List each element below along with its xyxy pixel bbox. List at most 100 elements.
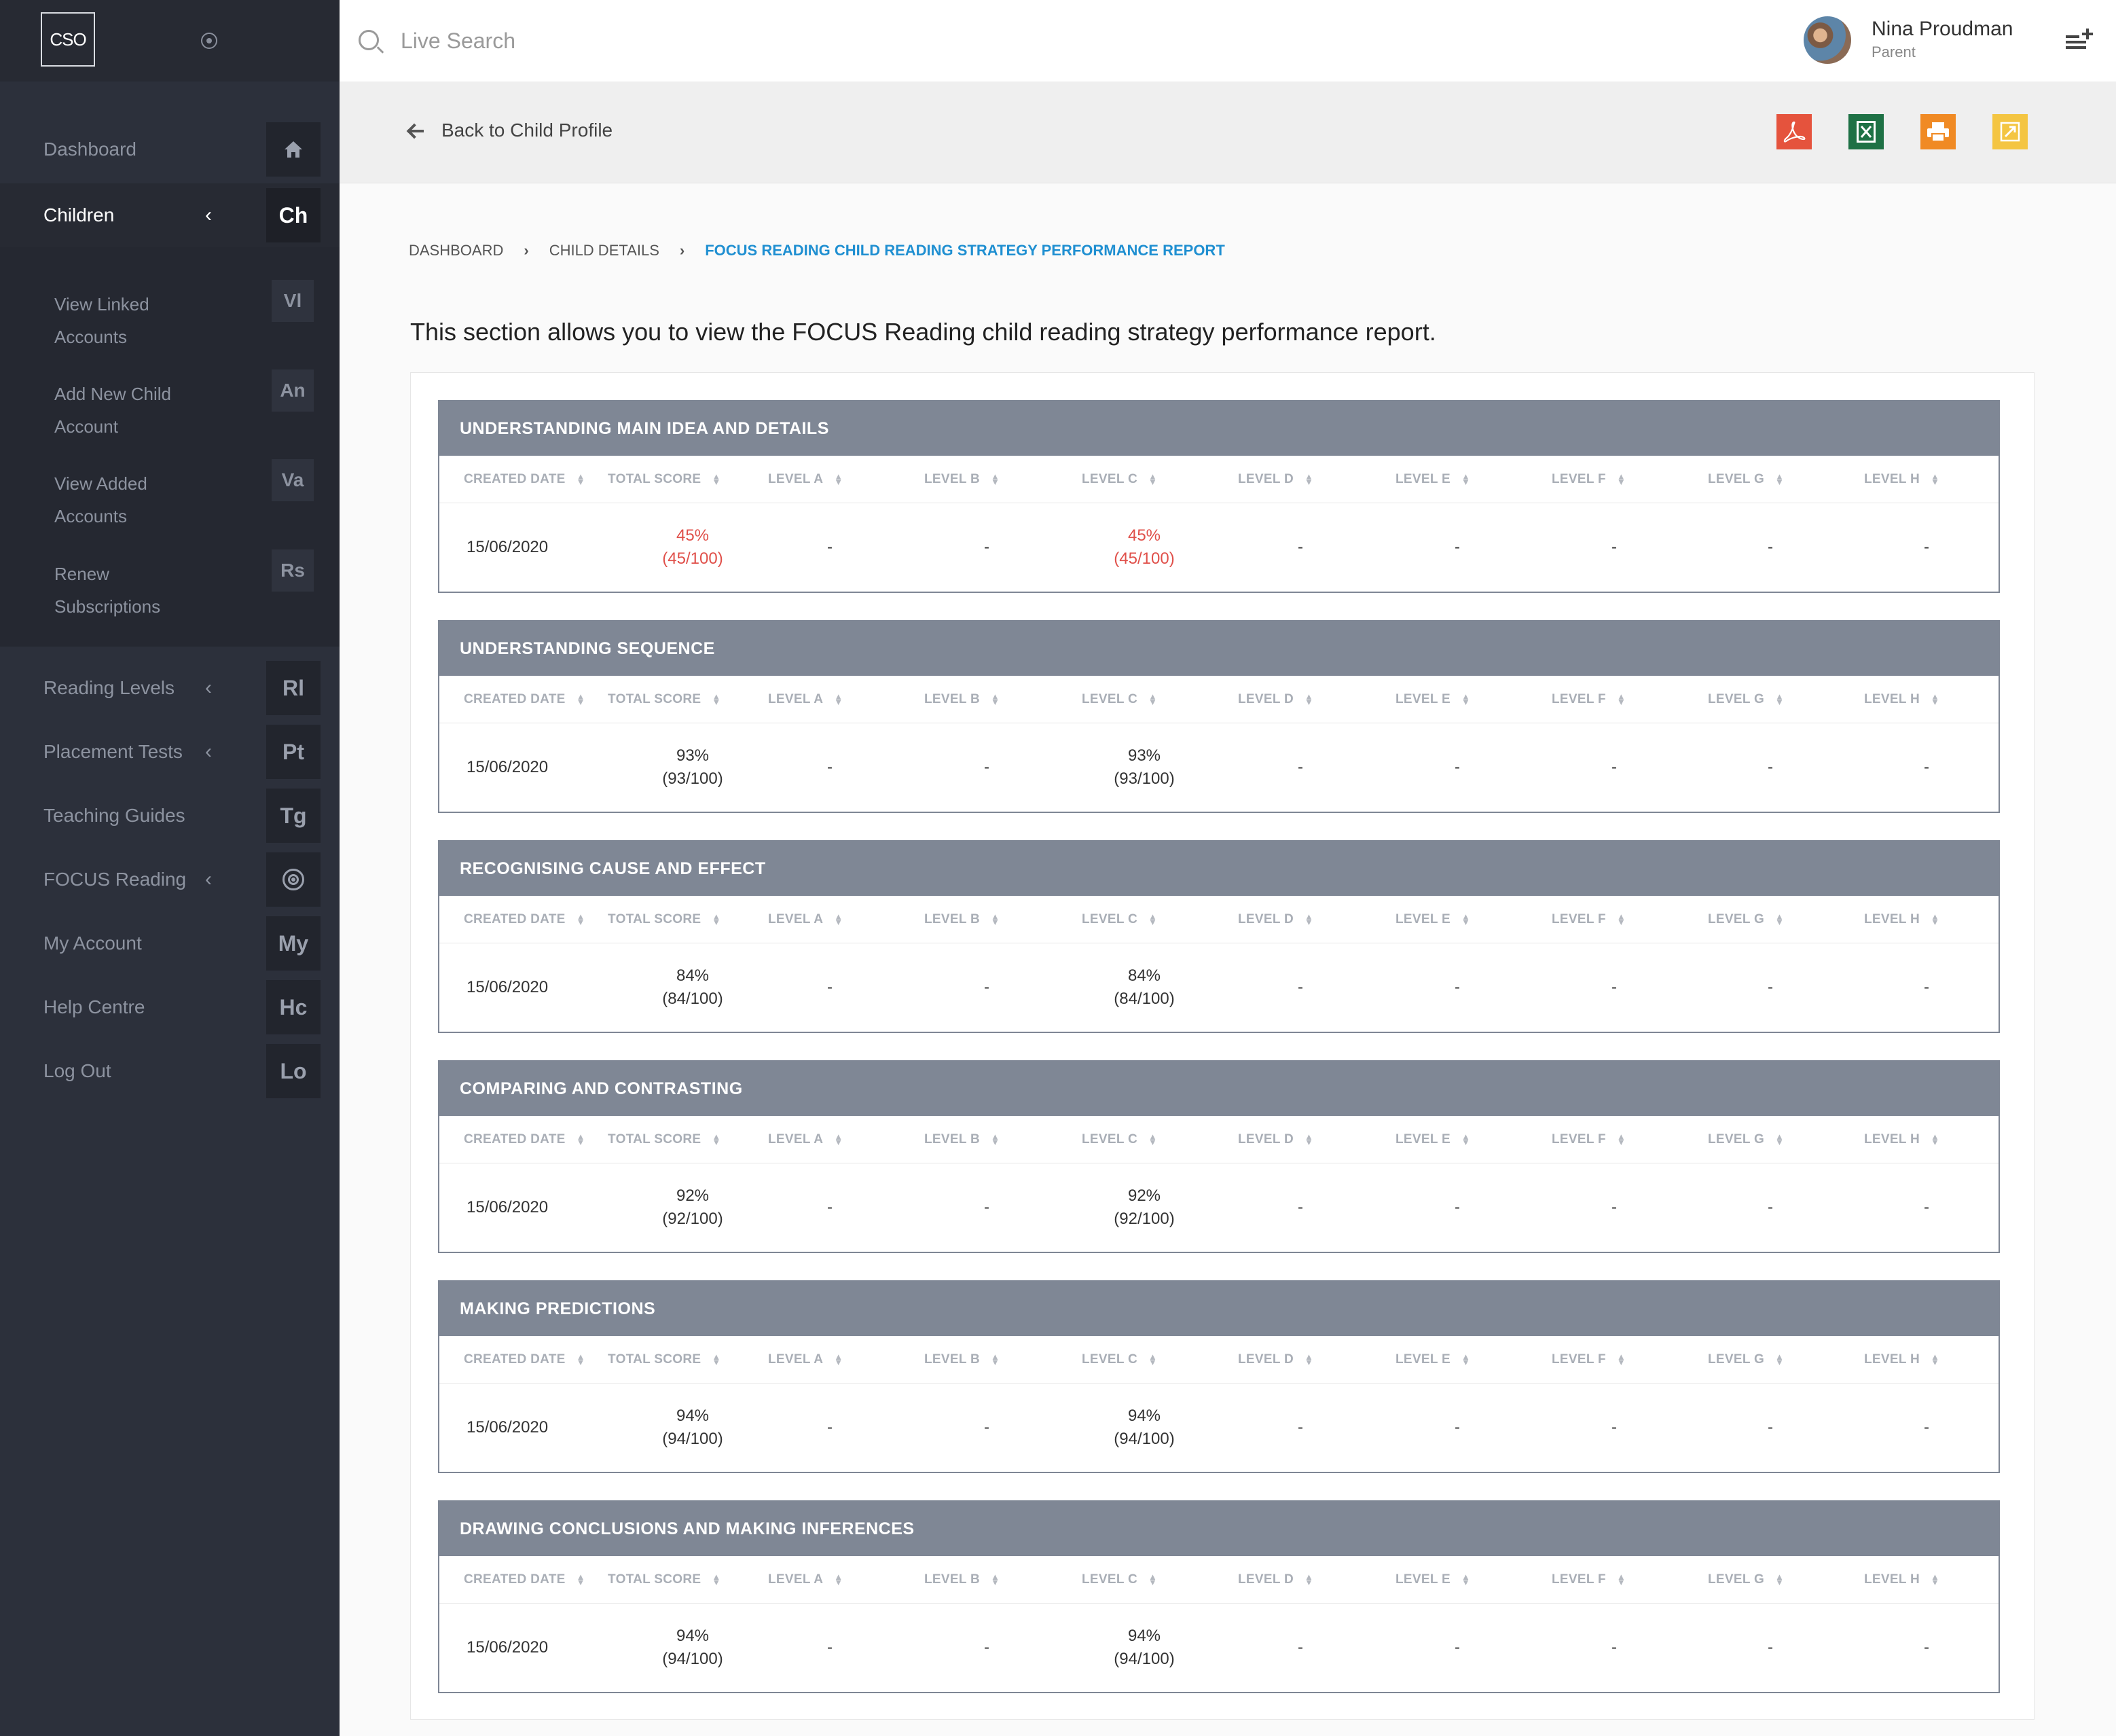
column-header-sortable[interactable]: LEVEL F ▲ ▼: [1552, 456, 1626, 503]
sidebar-item-children[interactable]: Children ‹ Ch: [0, 183, 340, 247]
column-header-sortable[interactable]: CREATED DATE ▲ ▼: [464, 1336, 585, 1384]
column-header-sortable[interactable]: TOTAL SCORE ▲ ▼: [608, 676, 721, 723]
column-header-sortable[interactable]: LEVEL H ▲ ▼: [1864, 1556, 1939, 1604]
logo[interactable]: CSO: [41, 12, 95, 67]
column-header-sortable[interactable]: LEVEL C ▲ ▼: [1082, 676, 1157, 723]
sidebar-item-label: Reading Levels: [43, 677, 175, 698]
column-header-sortable[interactable]: LEVEL C ▲ ▼: [1082, 1336, 1157, 1384]
submenu-item-add-new-child-account[interactable]: Add New Child Account An: [0, 369, 340, 458]
column-header-sortable[interactable]: LEVEL H ▲ ▼: [1864, 1336, 1939, 1384]
sidebar-item-badge: My: [266, 916, 321, 971]
sidebar-item-reading-levels[interactable]: Reading Levels ‹ Rl: [0, 656, 340, 720]
submenu-item-view-linked-accounts[interactable]: View Linked Accounts Vl: [0, 280, 340, 368]
column-header-sortable[interactable]: TOTAL SCORE ▲ ▼: [608, 1336, 721, 1384]
sort-icon: ▲ ▼: [834, 911, 843, 927]
export-pdf-button[interactable]: [1776, 114, 1812, 149]
column-header-sortable[interactable]: LEVEL F ▲ ▼: [1552, 676, 1626, 723]
column-header-sortable[interactable]: LEVEL C ▲ ▼: [1082, 1116, 1157, 1163]
sidebar-item-help-centre[interactable]: Help Centre Hc: [0, 975, 340, 1039]
column-header-sortable[interactable]: LEVEL A ▲ ▼: [768, 1336, 843, 1384]
submenu-item-view-added-accounts[interactable]: View Added Accounts Va: [0, 459, 340, 547]
column-header-sortable[interactable]: LEVEL G ▲ ▼: [1708, 896, 1784, 943]
column-header-sortable[interactable]: LEVEL D ▲ ▼: [1238, 1336, 1313, 1384]
column-header-sortable[interactable]: LEVEL C ▲ ▼: [1082, 1556, 1157, 1604]
sort-icon: ▲ ▼: [1461, 691, 1471, 707]
search-input[interactable]: [399, 23, 807, 58]
column-header-sortable[interactable]: LEVEL B ▲ ▼: [924, 1556, 1000, 1604]
chevron-left-icon: ‹: [205, 868, 212, 890]
column-header-sortable[interactable]: TOTAL SCORE ▲ ▼: [608, 1116, 721, 1163]
fullscreen-button[interactable]: [1992, 114, 2028, 149]
column-header-sortable[interactable]: LEVEL E ▲ ▼: [1396, 896, 1470, 943]
column-header-sortable[interactable]: LEVEL G ▲ ▼: [1708, 676, 1784, 723]
sidebar-item-dashboard[interactable]: Dashboard: [0, 117, 340, 181]
column-header-sortable[interactable]: TOTAL SCORE ▲ ▼: [608, 896, 721, 943]
column-header-sortable[interactable]: TOTAL SCORE ▲ ▼: [608, 1556, 721, 1604]
column-header-sortable[interactable]: LEVEL H ▲ ▼: [1864, 676, 1939, 723]
sidebar-item-focus-reading[interactable]: FOCUS Reading ‹: [0, 848, 340, 911]
column-header-sortable[interactable]: LEVEL B ▲ ▼: [924, 1336, 1000, 1384]
column-header-sortable[interactable]: LEVEL D ▲ ▼: [1238, 676, 1313, 723]
sidebar-item-teaching-guides[interactable]: Teaching Guides Tg: [0, 784, 340, 848]
column-header-sortable[interactable]: LEVEL B ▲ ▼: [924, 1116, 1000, 1163]
arrow-left-icon[interactable]: [407, 122, 425, 140]
column-header-sortable[interactable]: CREATED DATE ▲ ▼: [464, 1556, 585, 1604]
user-name[interactable]: Nina Proudman: [1872, 18, 2013, 41]
column-header-sortable[interactable]: LEVEL F ▲ ▼: [1552, 1336, 1626, 1384]
column-header-sortable[interactable]: CREATED DATE ▲ ▼: [464, 1116, 585, 1163]
sidebar-item-my-account[interactable]: My Account My: [0, 911, 340, 975]
column-header-sortable[interactable]: LEVEL H ▲ ▼: [1864, 1116, 1939, 1163]
export-excel-button[interactable]: [1848, 114, 1884, 149]
column-header-sortable[interactable]: TOTAL SCORE ▲ ▼: [608, 456, 721, 503]
back-to-child-profile-link[interactable]: Back to Child Profile: [441, 120, 613, 141]
column-header-sortable[interactable]: LEVEL H ▲ ▼: [1864, 896, 1939, 943]
column-header-sortable[interactable]: LEVEL A ▲ ▼: [768, 1556, 843, 1604]
print-button[interactable]: [1920, 114, 1956, 149]
top-bar: Nina Proudman Parent: [340, 0, 2116, 82]
column-header-sortable[interactable]: LEVEL E ▲ ▼: [1396, 676, 1470, 723]
submenu-item-renew-subscriptions[interactable]: Renew Subscriptions Rs: [0, 549, 340, 638]
column-header-sortable[interactable]: LEVEL G ▲ ▼: [1708, 1556, 1784, 1604]
column-header-sortable[interactable]: LEVEL E ▲ ▼: [1396, 1116, 1470, 1163]
column-header-sortable[interactable]: LEVEL G ▲ ▼: [1708, 1336, 1784, 1384]
column-header-label: LEVEL A: [768, 912, 824, 926]
column-header-sortable[interactable]: LEVEL C ▲ ▼: [1082, 896, 1157, 943]
column-header-sortable[interactable]: CREATED DATE ▲ ▼: [464, 456, 585, 503]
column-header-sortable[interactable]: LEVEL D ▲ ▼: [1238, 1116, 1313, 1163]
column-header-sortable[interactable]: CREATED DATE ▲ ▼: [464, 676, 585, 723]
submenu-item-badge: Vl: [272, 280, 314, 322]
column-header-sortable[interactable]: LEVEL B ▲ ▼: [924, 456, 1000, 503]
column-header-sortable[interactable]: CREATED DATE ▲ ▼: [464, 896, 585, 943]
column-header-sortable[interactable]: LEVEL F ▲ ▼: [1552, 896, 1626, 943]
column-header-sortable[interactable]: LEVEL D ▲ ▼: [1238, 1556, 1313, 1604]
sidebar-item-placement-tests[interactable]: Placement Tests ‹ Pt: [0, 720, 340, 784]
column-header-sortable[interactable]: LEVEL H ▲ ▼: [1864, 456, 1939, 503]
breadcrumb-child-details[interactable]: CHILD DETAILS: [549, 242, 659, 259]
sidebar-item-label: Dashboard: [43, 139, 136, 160]
column-header-label: LEVEL F: [1552, 1132, 1606, 1146]
column-header-sortable[interactable]: LEVEL G ▲ ▼: [1708, 1116, 1784, 1163]
sidebar-toggle-icon[interactable]: [201, 33, 217, 49]
user-menu-icon[interactable]: [2066, 29, 2093, 50]
column-header-sortable[interactable]: LEVEL E ▲ ▼: [1396, 456, 1470, 503]
column-header-sortable[interactable]: LEVEL C ▲ ▼: [1082, 456, 1157, 503]
sidebar-item-label: Help Centre: [43, 996, 145, 1017]
column-header-sortable[interactable]: LEVEL D ▲ ▼: [1238, 896, 1313, 943]
column-header-sortable[interactable]: LEVEL F ▲ ▼: [1552, 1116, 1626, 1163]
column-header-sortable[interactable]: LEVEL D ▲ ▼: [1238, 456, 1313, 503]
column-header-sortable[interactable]: LEVEL A ▲ ▼: [768, 1116, 843, 1163]
column-header-sortable[interactable]: LEVEL A ▲ ▼: [768, 676, 843, 723]
sidebar-item-log-out[interactable]: Log Out Lo: [0, 1039, 340, 1103]
column-header-sortable[interactable]: LEVEL A ▲ ▼: [768, 896, 843, 943]
column-header-sortable[interactable]: LEVEL F ▲ ▼: [1552, 1556, 1626, 1604]
column-header-label: CREATED DATE: [464, 1352, 566, 1367]
column-header-sortable[interactable]: LEVEL G ▲ ▼: [1708, 456, 1784, 503]
column-header-sortable[interactable]: LEVEL E ▲ ▼: [1396, 1556, 1470, 1604]
column-header-sortable[interactable]: LEVEL E ▲ ▼: [1396, 1336, 1470, 1384]
breadcrumb-dashboard[interactable]: DASHBOARD: [409, 242, 503, 259]
level-score-cell: -: [827, 1418, 833, 1436]
avatar[interactable]: [1804, 16, 1851, 64]
column-header-sortable[interactable]: LEVEL B ▲ ▼: [924, 896, 1000, 943]
column-header-sortable[interactable]: LEVEL B ▲ ▼: [924, 676, 1000, 723]
column-header-sortable[interactable]: LEVEL A ▲ ▼: [768, 456, 843, 503]
